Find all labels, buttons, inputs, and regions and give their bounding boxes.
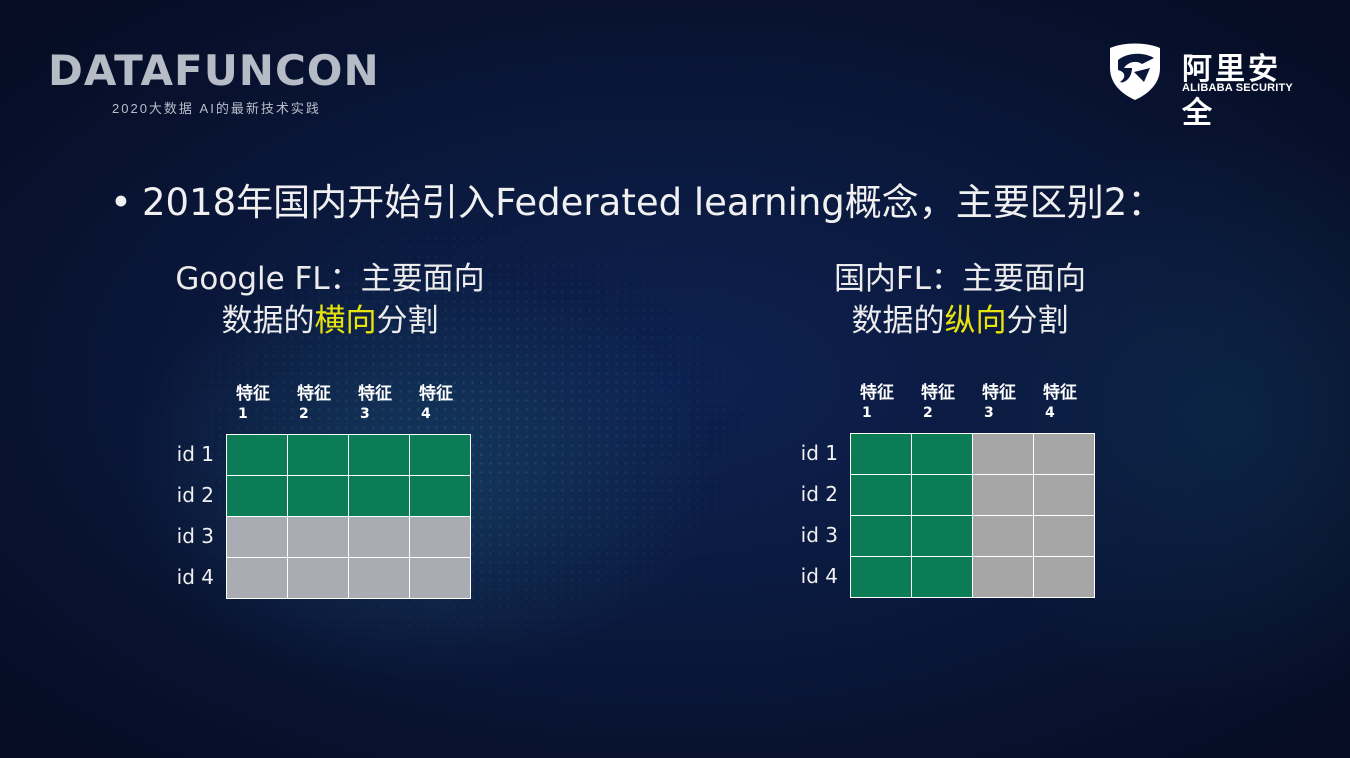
left-cell <box>288 476 348 516</box>
left-row-label-4: id 4 <box>176 565 214 589</box>
right-col-header-2: 特征 2 <box>921 383 977 423</box>
right-heading-suffix: 分割 <box>1006 303 1069 339</box>
left-heading-line2: 数据的横向分割 <box>160 300 500 342</box>
left-cell <box>288 517 348 557</box>
right-heading: 国内FL：主要面向 数据的纵向分割 <box>790 258 1130 342</box>
right-col-header-3: 特征 3 <box>982 383 1038 423</box>
left-cell <box>349 517 409 557</box>
left-col-number: 3 <box>360 406 370 422</box>
left-cell <box>349 476 409 516</box>
right-heading-line2: 数据的纵向分割 <box>790 300 1130 342</box>
right-cell <box>1034 516 1094 556</box>
right-cell <box>973 475 1033 515</box>
brand-block: DATAFUNCON 2020大数据 AI的最新技术实践 <box>48 48 380 117</box>
right-cell <box>1034 557 1094 597</box>
right-cell <box>912 557 972 597</box>
left-heading-line1: Google FL：主要面向 <box>175 261 485 297</box>
left-grid-cells <box>226 434 471 599</box>
right-cell <box>851 434 911 474</box>
left-cell <box>288 558 348 598</box>
left-col-header-2: 特征 2 <box>297 384 353 424</box>
left-row-label-2: id 2 <box>176 483 214 507</box>
right-cell <box>973 557 1033 597</box>
left-heading-suffix: 分割 <box>376 303 439 339</box>
bullet-dot-icon: • <box>110 181 132 224</box>
right-grid-cells <box>850 433 1095 598</box>
right-cell <box>1034 434 1094 474</box>
shield-icon <box>1110 43 1160 100</box>
left-row-label-1: id 1 <box>176 442 214 466</box>
left-heading: Google FL：主要面向 数据的横向分割 <box>160 258 500 342</box>
left-col-number: 1 <box>238 406 248 422</box>
left-col-header-4: 特征 4 <box>419 384 475 424</box>
right-cell <box>973 434 1033 474</box>
left-col-number: 4 <box>421 406 431 422</box>
right-cell <box>973 516 1033 556</box>
left-col-label: 特征 <box>358 384 392 404</box>
right-cell <box>912 475 972 515</box>
left-cell <box>349 435 409 475</box>
right-cell <box>851 557 911 597</box>
brand-subtitle: 2020大数据 AI的最新技术实践 <box>112 101 321 116</box>
right-row-label-2: id 2 <box>800 482 838 506</box>
right-cell <box>912 516 972 556</box>
left-cell <box>410 517 470 557</box>
right-cell <box>851 516 911 556</box>
main-bullet: • 2018年国内开始引入Federated learning概念，主要区别2： <box>110 172 1164 226</box>
right-cell <box>851 475 911 515</box>
right-col-number: 1 <box>862 405 872 421</box>
left-cell <box>349 558 409 598</box>
right-row-label-1: id 1 <box>800 441 838 465</box>
left-heading-prefix: 数据的 <box>221 303 315 339</box>
left-cell <box>410 476 470 516</box>
left-cell <box>227 435 287 475</box>
left-col-label: 特征 <box>236 384 270 404</box>
left-row-label-3: id 3 <box>176 524 214 548</box>
left-heading-highlight: 横向 <box>314 303 377 339</box>
left-col-header-3: 特征 3 <box>358 384 414 424</box>
bullet-text: 2018年国内开始引入Federated learning概念，主要区别2： <box>142 181 1165 224</box>
left-col-header-1: 特征 1 <box>236 384 292 424</box>
alibaba-security-logo: 阿里安全 ALIBABA SECURITY <box>1104 38 1304 131</box>
left-cell <box>227 517 287 557</box>
right-col-header-4: 特征 4 <box>1043 383 1099 423</box>
right-col-label: 特征 <box>860 383 894 403</box>
left-col-label: 特征 <box>419 384 453 404</box>
left-col-label: 特征 <box>297 384 331 404</box>
left-cell <box>227 476 287 516</box>
right-col-label: 特征 <box>1043 383 1077 403</box>
right-col-label: 特征 <box>982 383 1016 403</box>
right-heading-prefix: 数据的 <box>851 303 945 339</box>
right-col-label: 特征 <box>921 383 955 403</box>
left-cell <box>288 435 348 475</box>
left-cell <box>227 558 287 598</box>
right-cell <box>912 434 972 474</box>
right-col-number: 4 <box>1045 405 1055 421</box>
right-row-label-4: id 4 <box>800 564 838 588</box>
right-row-label-3: id 3 <box>800 523 838 547</box>
logo-english-text: ALIBABA SECURITY <box>1182 82 1293 94</box>
right-heading-line1: 国内FL：主要面向 <box>833 261 1087 297</box>
left-cell <box>410 558 470 598</box>
brand-title: DATAFUNCON <box>48 46 380 95</box>
left-cell <box>410 435 470 475</box>
right-cell <box>1034 475 1094 515</box>
right-col-header-1: 特征 1 <box>860 383 916 423</box>
left-col-number: 2 <box>299 406 309 422</box>
right-col-number: 2 <box>923 405 933 421</box>
right-heading-highlight: 纵向 <box>944 303 1007 339</box>
right-col-number: 3 <box>984 405 994 421</box>
